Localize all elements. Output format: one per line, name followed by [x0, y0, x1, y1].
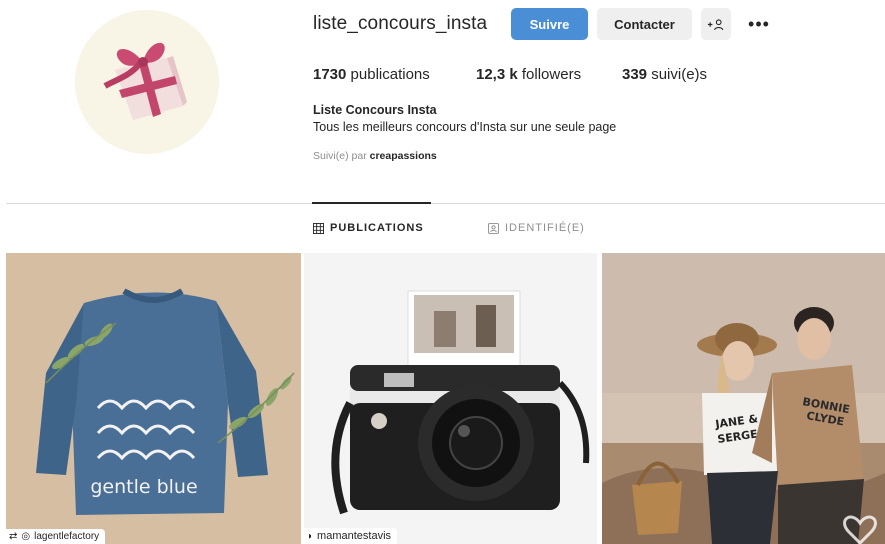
instant-camera-photo — [304, 253, 597, 544]
sweater-text: gentle blue — [90, 476, 197, 498]
tab-tagged[interactable]: IDENTIFIÉ(E) — [488, 222, 585, 234]
followers-count: 12,3 k — [476, 66, 518, 83]
post-thumbnail[interactable]: ◗ mamantestavis — [304, 253, 597, 544]
add-user-icon — [707, 18, 724, 30]
grid-icon — [313, 222, 324, 234]
followed-by-prefix: Suivi(e) par — [313, 150, 370, 162]
tagged-user-icon — [488, 222, 499, 234]
suggest-users-button[interactable] — [701, 8, 731, 40]
following-label: suivi(e)s — [647, 66, 708, 83]
post-thumbnail[interactable]: JANE & SERGE BONNIE CLYDE — [602, 253, 885, 544]
profile-avatar[interactable] — [75, 10, 219, 154]
tag-username: mamantestavis — [317, 530, 392, 542]
tag-avatar-icon: ◗ — [307, 530, 314, 542]
post-tag-lagentlefactory[interactable]: ⇄ ◎ lagentlefactory — [6, 529, 106, 544]
contact-button[interactable]: Contacter — [597, 8, 692, 40]
sweater-photo: gentle blue — [6, 253, 301, 544]
tabs-divider — [6, 203, 885, 204]
stat-following[interactable]: 339 suivi(e)s — [622, 66, 707, 83]
following-count: 339 — [622, 66, 648, 83]
tab-tagged-label: IDENTIFIÉ(E) — [505, 222, 585, 234]
couple-beach-photo: JANE & SERGE BONNIE CLYDE — [602, 253, 885, 544]
bio-full-name: Liste Concours Insta — [313, 103, 437, 117]
tag-username: lagentlefactory — [34, 531, 100, 542]
profile-username: liste_concours_insta — [313, 13, 488, 34]
tab-publications[interactable]: PUBLICATIONS — [313, 222, 424, 234]
tab-publications-label: PUBLICATIONS — [330, 222, 424, 234]
more-options-icon[interactable]: ••• — [746, 12, 772, 36]
avatar-icon: ◎ — [21, 531, 31, 542]
stat-publications[interactable]: 1730 publications — [313, 66, 476, 83]
post-tag-mamantestavis[interactable]: ◗ mamantestavis — [304, 528, 398, 544]
posts-label: publications — [346, 66, 430, 83]
bio-description: Tous les meilleurs concours d'Insta sur … — [313, 120, 617, 134]
gift-box-image — [75, 10, 219, 154]
followed-by[interactable]: Suivi(e) par creapassions — [313, 150, 437, 162]
profile-stats: 1730 publications 12,3 k followers 339 s… — [313, 66, 707, 83]
active-tab-indicator — [312, 202, 431, 204]
stat-followers[interactable]: 12,3 k followers — [476, 66, 622, 83]
repost-icon: ⇄ — [9, 531, 18, 542]
followers-label: followers — [517, 66, 582, 83]
posts-count: 1730 — [313, 66, 347, 83]
followed-by-user[interactable]: creapassions — [370, 150, 437, 162]
follow-button[interactable]: Suivre — [511, 8, 588, 40]
post-thumbnail[interactable]: gentle blue ⇄ ◎ lagentlefactory — [6, 253, 301, 544]
